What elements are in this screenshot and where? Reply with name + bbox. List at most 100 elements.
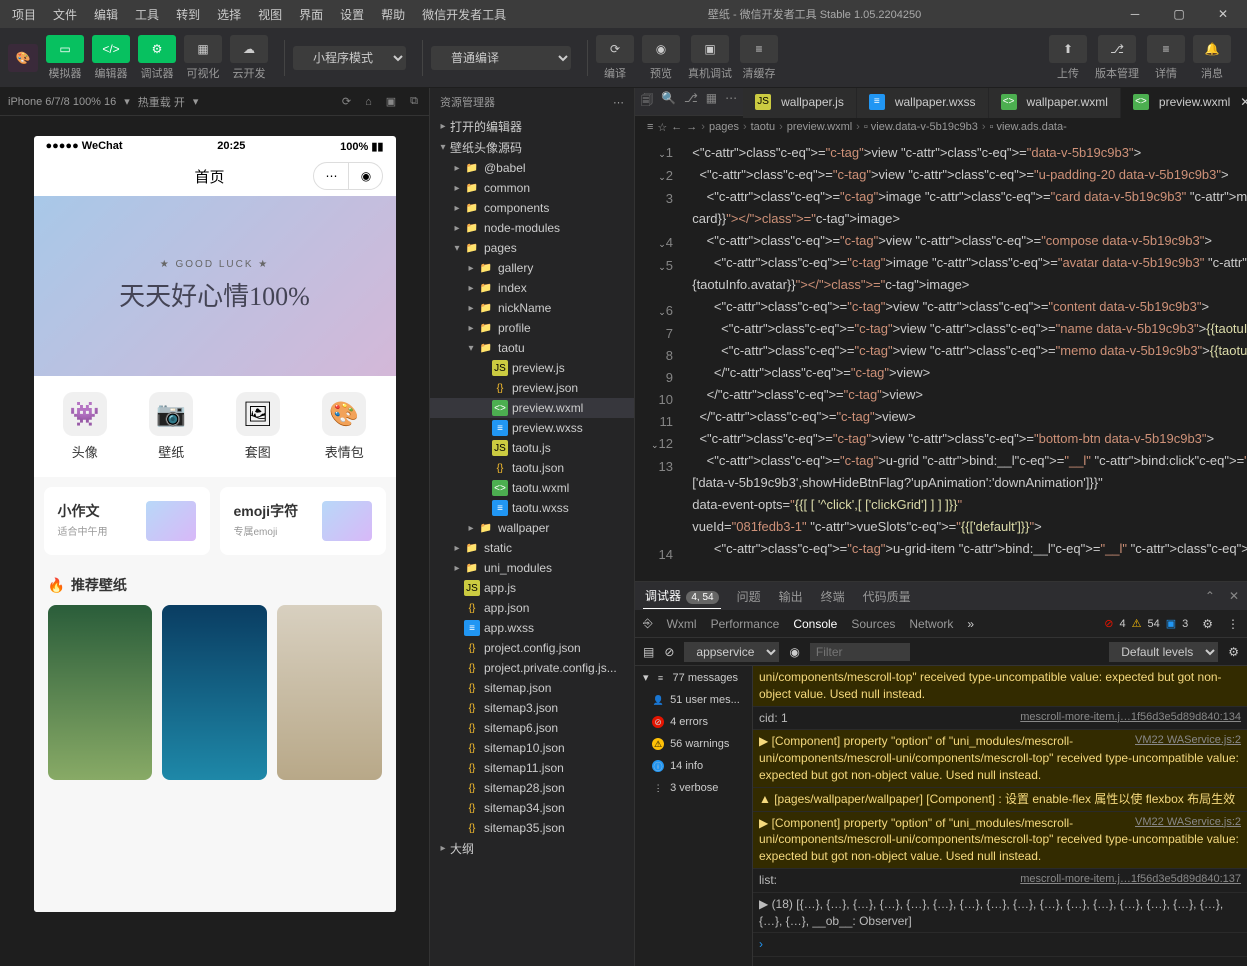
menu-界面[interactable]: 界面 (291, 2, 331, 27)
console-filter-item[interactable]: 👤51 user mes... (635, 689, 752, 711)
explorer-more-icon[interactable]: ⋯ (613, 96, 624, 109)
tree-item[interactable]: ▸📁wallpaper (430, 518, 634, 538)
code-editor[interactable]: <"c-attr">class"c-eq">="c-tag">view "c-a… (685, 138, 1247, 581)
tree-item[interactable]: {}app.json (430, 598, 634, 618)
home-icon[interactable]: ⌂ (365, 96, 372, 108)
inspect-icon[interactable]: ⎆ (643, 616, 653, 631)
tree-item[interactable]: JStaotu.js (430, 438, 634, 458)
gear-icon[interactable]: ⚙ (1228, 645, 1239, 659)
section-project[interactable]: ▾壁纸头像源码 (430, 137, 634, 158)
tree-item[interactable]: {}sitemap34.json (430, 798, 634, 818)
screenshot-icon[interactable]: ▣ (386, 95, 396, 108)
sidebar-toggle-icon[interactable]: ▤ (643, 645, 654, 659)
tree-item[interactable]: <>preview.wxml (430, 398, 634, 418)
console-messages[interactable]: uni/components/mescroll-top" received ty… (753, 666, 1247, 966)
bookmark-icon[interactable]: ☆ (657, 121, 667, 134)
gutter-icon[interactable]: ≡ (647, 121, 653, 133)
menu-视图[interactable]: 视图 (250, 2, 290, 27)
toolbar-可视化[interactable]: ▦ (184, 35, 222, 63)
menu-选择[interactable]: 选择 (209, 2, 249, 27)
menu-设置[interactable]: 设置 (332, 2, 372, 27)
menu-文件[interactable]: 文件 (45, 2, 85, 27)
tree-item[interactable]: ▸📁static (430, 538, 634, 558)
menu-工具[interactable]: 工具 (127, 2, 167, 27)
tree-item[interactable]: {}sitemap35.json (430, 818, 634, 838)
capsule-close-icon[interactable]: ◉ (348, 163, 382, 189)
more-icon[interactable]: ⋯ (725, 91, 737, 112)
section-open-editors[interactable]: ▸打开的编辑器 (430, 116, 634, 137)
levels-select[interactable]: Default levels (1109, 642, 1218, 662)
console-filter-item[interactable]: ⓘ14 info (635, 755, 752, 777)
tree-item[interactable]: {}project.config.json (430, 638, 634, 658)
toolbar-预览[interactable]: ◉ (642, 35, 680, 63)
wallpaper-thumb[interactable] (48, 605, 153, 780)
tree-item[interactable]: ▸📁nickName (430, 298, 634, 318)
toolbar-编译[interactable]: ⟳ (596, 35, 634, 63)
toolbar-云开发[interactable]: ☁ (230, 35, 268, 63)
card[interactable]: emoji字符专属emoji (220, 487, 386, 555)
info-badge[interactable]: 3 (1182, 618, 1188, 630)
device-info[interactable]: iPhone 6/7/8 100% 16 (8, 96, 116, 108)
context-select[interactable]: appservice (684, 642, 779, 662)
tree-item[interactable]: ▾📁taotu (430, 338, 634, 358)
dt-tab-Wxml[interactable]: Wxml (667, 617, 697, 631)
close-button[interactable]: ✕ (1203, 0, 1243, 28)
panel-tab-终端[interactable]: 终端 (819, 584, 847, 609)
explorer-icon[interactable]: 🗐 (641, 91, 653, 112)
tree-item[interactable]: JSapp.js (430, 578, 634, 598)
grid-item[interactable]: 🖼套图 (215, 392, 302, 461)
tree-item[interactable]: ▾📁pages (430, 238, 634, 258)
console-filter-item[interactable]: ⊘4 errors (635, 711, 752, 733)
toolbar-调试器[interactable]: ⚙ (138, 35, 176, 63)
tree-item[interactable]: ▸📁uni_modules (430, 558, 634, 578)
menu-微信开发者工具[interactable]: 微信开发者工具 (414, 2, 514, 27)
editor-tab[interactable]: <>wallpaper.wxml (989, 88, 1121, 118)
panel-tab-输出[interactable]: 输出 (777, 584, 805, 609)
tree-item[interactable]: <>taotu.wxml (430, 478, 634, 498)
console-filter-item[interactable]: ⚠56 warnings (635, 733, 752, 755)
toolbar-消息[interactable]: 🔔 (1193, 35, 1231, 63)
tree-item[interactable]: JSpreview.js (430, 358, 634, 378)
tree-item[interactable]: {}sitemap3.json (430, 698, 634, 718)
tree-item[interactable]: ▸📁gallery (430, 258, 634, 278)
tree-item[interactable]: {}taotu.json (430, 458, 634, 478)
tree-item[interactable]: {}preview.json (430, 378, 634, 398)
tree-item[interactable]: {}sitemap10.json (430, 738, 634, 758)
tree-item[interactable]: ▸📁components (430, 198, 634, 218)
eye-icon[interactable]: ◉ (789, 645, 799, 659)
editor-tab[interactable]: ≡wallpaper.wxss (857, 88, 989, 118)
clear-icon[interactable]: ⊘ (664, 645, 674, 659)
tree-item[interactable]: ≡preview.wxss (430, 418, 634, 438)
fwd-icon[interactable]: → (686, 121, 697, 133)
gear-icon[interactable]: ⚙ (1202, 617, 1213, 631)
dt-tab-Console[interactable]: Console (793, 617, 837, 631)
panel-tab-调试器[interactable]: 调试器 4, 54 (643, 583, 721, 609)
editor-tab[interactable]: JSwallpaper.js (743, 88, 857, 118)
detach-icon[interactable]: ⧉ (410, 95, 418, 108)
toolbar-版本管理[interactable]: ⎇ (1098, 35, 1136, 63)
panel-collapse-icon[interactable]: ⌃ (1205, 589, 1215, 603)
tree-item[interactable]: ▸📁common (430, 178, 634, 198)
branch-icon[interactable]: ⎇ (684, 91, 698, 112)
toolbar-模拟器[interactable]: ▭ (46, 35, 84, 63)
card[interactable]: 小作文适合中午用 (44, 487, 210, 555)
toolbar-真机调试[interactable]: ▣ (691, 35, 729, 63)
menu-帮助[interactable]: 帮助 (373, 2, 413, 27)
tree-item[interactable]: {}project.private.config.js... (430, 658, 634, 678)
error-count[interactable]: 4 (1119, 618, 1125, 630)
tree-item[interactable]: {}sitemap6.json (430, 718, 634, 738)
wallpaper-thumb[interactable] (162, 605, 267, 780)
minimize-button[interactable]: ─ (1115, 0, 1155, 28)
breadcrumb[interactable]: ≡ ☆ ← → ›pages›taotu›preview.wxml›▫ view… (635, 116, 1247, 138)
tree-item[interactable]: {}sitemap11.json (430, 758, 634, 778)
toolbar-编辑器[interactable]: </> (92, 35, 130, 63)
panel-tab-问题[interactable]: 问题 (735, 584, 763, 609)
back-icon[interactable]: ← (671, 121, 682, 133)
hot-reload[interactable]: 热重载 开 (138, 94, 185, 110)
overflow-icon[interactable]: » (967, 617, 974, 631)
refresh-icon[interactable]: ⟳ (342, 95, 351, 108)
toolbar-清缓存[interactable]: ≡ (740, 35, 778, 63)
warn-count[interactable]: 54 (1147, 618, 1159, 630)
banner[interactable]: ★ GOOD LUCK ★ 天天好心情100% (34, 196, 396, 376)
tree-item[interactable]: {}sitemap28.json (430, 778, 634, 798)
